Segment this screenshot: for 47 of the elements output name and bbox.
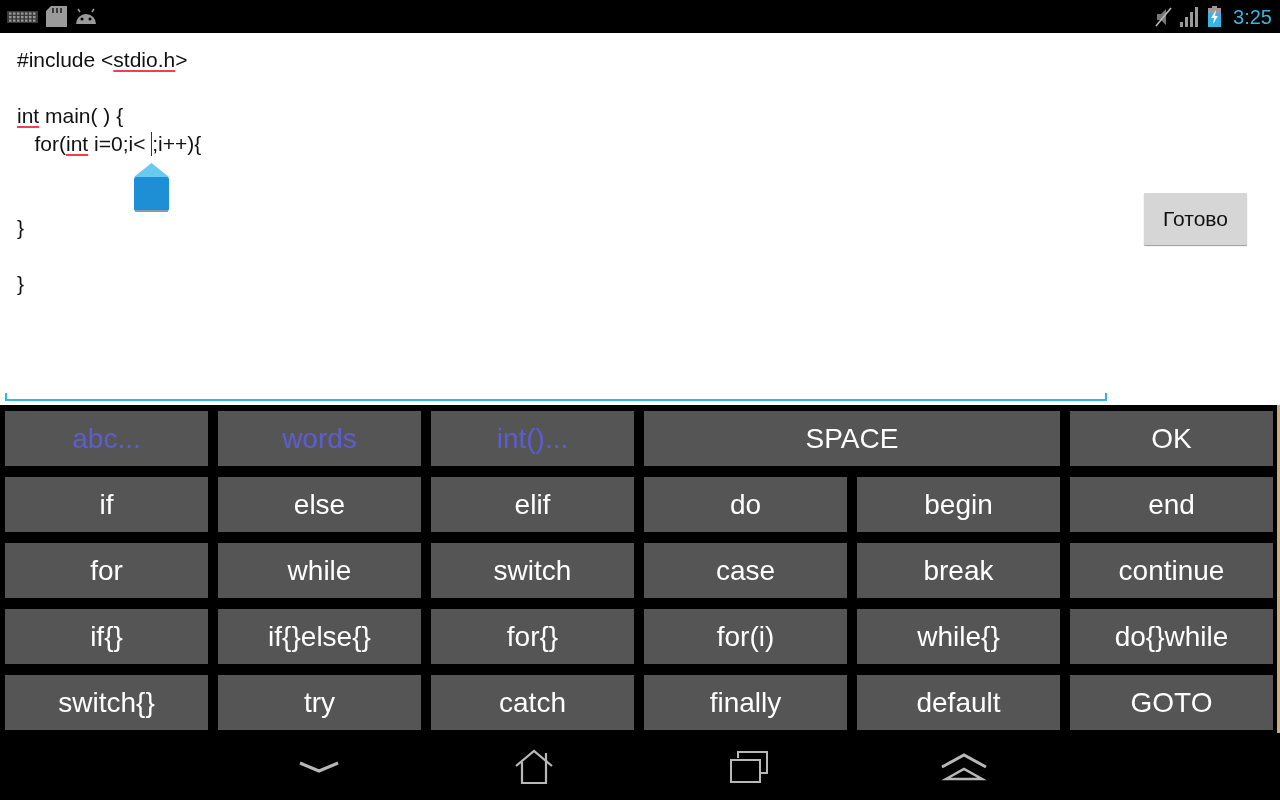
keyboard-key[interactable]: GOTO <box>1070 675 1273 730</box>
sd-card-icon <box>46 6 67 27</box>
keyboard-key[interactable]: case <box>644 543 847 598</box>
keyboard-key[interactable]: switch <box>431 543 634 598</box>
keyboard-key[interactable]: catch <box>431 675 634 730</box>
code-text: } <box>17 215 24 241</box>
robot-icon <box>75 8 97 25</box>
keyboard-icon <box>7 10 38 23</box>
keyboard-key[interactable]: for(i) <box>644 609 847 664</box>
code-input-field[interactable]: #include <stdio.h> int main( ) { for(int i=0;i< ;i++){ } } <box>5 33 1107 401</box>
keyboard-key[interactable]: do <box>644 477 847 532</box>
keyboard-key[interactable]: else <box>218 477 421 532</box>
chevron-down-icon[interactable] <box>298 760 339 773</box>
code-text: for(int i=0;i< <box>33 131 147 157</box>
keyboard-key[interactable]: do{}while <box>1070 609 1273 664</box>
keyboard-key[interactable]: default <box>857 675 1060 730</box>
keyboard-key[interactable]: while <box>218 543 421 598</box>
keyboard-key[interactable]: elif <box>431 477 634 532</box>
keyboard-key[interactable]: try <box>218 675 421 730</box>
signal-bars-icon <box>1180 6 1201 27</box>
house-icon[interactable] <box>514 748 553 785</box>
code-text: #include <stdio.h> <box>17 47 188 73</box>
cursor-handle[interactable] <box>134 163 170 212</box>
keyboard-key[interactable]: if <box>5 477 208 532</box>
code-text: } <box>17 271 24 297</box>
keyboard-key[interactable]: SPACE <box>644 411 1060 466</box>
keyboard-key[interactable]: break <box>857 543 1060 598</box>
keyboard-key[interactable]: if{} <box>5 609 208 664</box>
keyboard-key[interactable]: for <box>5 543 208 598</box>
keyboard-key[interactable]: for{} <box>431 609 634 664</box>
text-cursor <box>151 132 153 156</box>
done-button[interactable]: Готово <box>1144 193 1247 245</box>
clock-time: 3:25 <box>1233 4 1272 29</box>
keyboard-key[interactable]: begin <box>857 477 1060 532</box>
keyboard-key[interactable]: while{} <box>857 609 1060 664</box>
double-chevron-up-icon[interactable] <box>939 752 988 781</box>
keyboard-key[interactable]: continue <box>1070 543 1273 598</box>
charging-battery-icon <box>1208 6 1222 27</box>
stacked-windows-icon[interactable] <box>729 750 768 783</box>
keyboard-key[interactable]: switch{} <box>5 675 208 730</box>
keyboard-key[interactable]: end <box>1070 477 1273 532</box>
muted-speaker-icon <box>1155 6 1173 27</box>
keyboard-key[interactable]: if{}else{} <box>218 609 421 664</box>
code-text: ;i++){ <box>152 131 202 157</box>
keyboard-key[interactable]: finally <box>644 675 847 730</box>
keyboard-key[interactable]: OK <box>1070 411 1273 466</box>
code-text: int main( ) { <box>17 103 124 129</box>
